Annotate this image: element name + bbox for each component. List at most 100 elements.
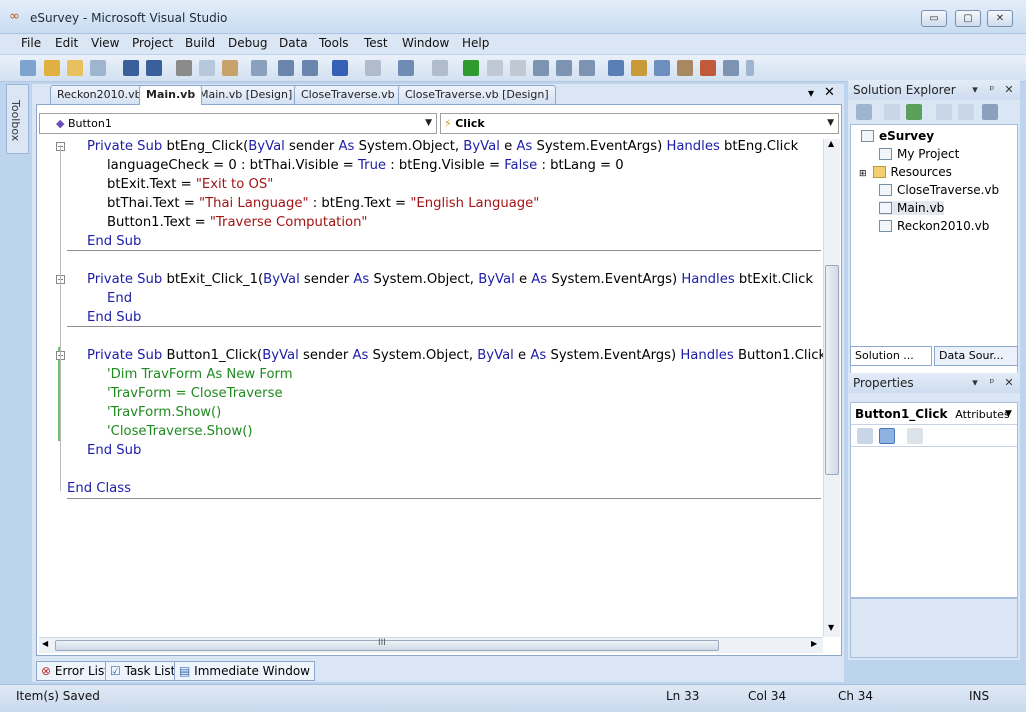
- menu-test[interactable]: Test: [364, 36, 388, 50]
- cut-icon[interactable]: [176, 60, 192, 76]
- start-page-icon[interactable]: [723, 60, 739, 76]
- code-editor[interactable]: ◆ Button1 ▼ ⚡ Click ▼ − − − Private Sub …: [36, 104, 842, 656]
- event-combo-arrow-icon[interactable]: ▼: [827, 114, 834, 133]
- scroll-left-arrow-icon[interactable]: ◀: [42, 639, 48, 648]
- vertical-scroll-thumb[interactable]: [825, 265, 839, 475]
- window-position-dropdown-icon[interactable]: ▾: [968, 376, 982, 390]
- toolbar-options-icon[interactable]: [746, 60, 754, 76]
- view-code-icon[interactable]: [936, 104, 952, 120]
- scroll-up-arrow-icon[interactable]: ▲: [828, 139, 834, 148]
- solution-explorer-toolbar: [848, 101, 1020, 123]
- properties-dropdown-arrow-icon[interactable]: ▼: [1005, 403, 1012, 425]
- add-item-icon[interactable]: [44, 60, 60, 76]
- alphabetical-icon[interactable]: [879, 428, 895, 444]
- new-window-icon[interactable]: [90, 60, 106, 76]
- close-tab-icon[interactable]: ✕: [824, 85, 835, 100]
- open-file-icon[interactable]: [67, 60, 83, 76]
- show-all-files-icon[interactable]: [884, 104, 900, 120]
- auto-hide-pin-icon[interactable]: ᵖ: [985, 83, 999, 97]
- standard-toolbar: [0, 55, 1026, 82]
- tab-list-dropdown-icon[interactable]: ▾: [808, 86, 814, 100]
- paste-icon[interactable]: [222, 60, 238, 76]
- menu-edit[interactable]: Edit: [55, 36, 78, 50]
- form-file-icon: [879, 202, 892, 214]
- tab-solution-explorer[interactable]: Solution ...: [850, 346, 932, 366]
- save-all-icon[interactable]: [146, 60, 162, 76]
- copy-icon[interactable]: [199, 60, 215, 76]
- object-combo-arrow-icon[interactable]: ▼: [425, 114, 432, 133]
- close-panel-icon[interactable]: ✕: [1002, 83, 1016, 97]
- property-pages-icon[interactable]: [907, 428, 923, 444]
- code-line: btExit.Text = "Exit to OS": [107, 177, 274, 192]
- add-project-icon[interactable]: [20, 60, 36, 76]
- scroll-down-arrow-icon[interactable]: ▼: [828, 623, 834, 632]
- menu-project[interactable]: Project: [132, 36, 173, 50]
- tree-item-my-project[interactable]: My Project: [879, 147, 959, 161]
- code-comment: 'CloseTraverse.Show(): [107, 424, 253, 439]
- class-fold-guide: [60, 145, 61, 491]
- maximize-button[interactable]: ▢: [955, 10, 981, 27]
- toolbox-label[interactable]: Toolbox: [9, 100, 22, 141]
- tab-error-list[interactable]: ⊗ Error List: [36, 661, 114, 681]
- categorized-icon[interactable]: [857, 428, 873, 444]
- tab-immediate-window[interactable]: ▤ Immediate Window: [174, 661, 315, 681]
- solution-explorer-icon[interactable]: [631, 60, 647, 76]
- tab-closetraverse-vb-design[interactable]: CloseTraverse.vb [Design]: [398, 85, 556, 104]
- stop-debugging-icon[interactable]: [510, 60, 526, 76]
- save-icon[interactable]: [123, 60, 139, 76]
- tab-main-vb[interactable]: Main.vb: [139, 85, 203, 105]
- tab-main-vb-design[interactable]: Main.vb [Design]: [192, 85, 300, 104]
- comment-icon[interactable]: [278, 60, 294, 76]
- scroll-right-arrow-icon[interactable]: ▶: [811, 639, 817, 648]
- vertical-scrollbar[interactable]: ▲ ▼: [823, 139, 840, 637]
- menu-debug[interactable]: Debug: [228, 36, 267, 50]
- expand-icon[interactable]: ⊞: [859, 169, 867, 179]
- event-combo[interactable]: ⚡ Click ▼: [440, 113, 839, 134]
- tree-item-closetraverse-vb[interactable]: CloseTraverse.vb: [879, 183, 999, 197]
- menu-data[interactable]: Data: [279, 36, 308, 50]
- find-in-files-icon[interactable]: [608, 60, 624, 76]
- object-combo[interactable]: ◆ Button1 ▼: [39, 113, 437, 134]
- properties-object-selector[interactable]: Button1_Click Attributes ▼: [851, 403, 1017, 425]
- toolbox-icon[interactable]: [677, 60, 693, 76]
- undo-icon[interactable]: [332, 60, 348, 76]
- tree-item-solution[interactable]: eSurvey: [861, 129, 934, 143]
- start-debugging-icon[interactable]: [463, 60, 479, 76]
- menu-file[interactable]: File: [21, 36, 41, 50]
- minimize-button[interactable]: ▭: [921, 10, 947, 27]
- properties-window-icon[interactable]: [654, 60, 670, 76]
- uncomment-icon[interactable]: [302, 60, 318, 76]
- break-all-icon[interactable]: [487, 60, 503, 76]
- tab-reckon2010-vb[interactable]: Reckon2010.vb: [50, 85, 149, 104]
- view-designer-icon[interactable]: [958, 104, 974, 120]
- horizontal-scrollbar[interactable]: ◀ III ▶: [39, 637, 823, 653]
- step-over-icon[interactable]: [556, 60, 572, 76]
- tab-data-sources[interactable]: Data Sour...: [934, 346, 1018, 366]
- menu-tools[interactable]: Tools: [319, 36, 349, 50]
- step-out-icon[interactable]: [579, 60, 595, 76]
- right-tool-panel: Solution Explorer ▾ ᵖ ✕ eSurvey My Proje…: [848, 80, 1020, 660]
- tree-item-reckon2010-vb[interactable]: Reckon2010.vb: [879, 219, 989, 233]
- tree-item-main-vb[interactable]: Main.vb: [879, 201, 945, 215]
- close-window-button[interactable]: ✕: [987, 10, 1013, 27]
- find-icon[interactable]: [251, 60, 267, 76]
- menu-build[interactable]: Build: [185, 36, 215, 50]
- navigate-backward-icon[interactable]: [398, 60, 414, 76]
- tab-task-list[interactable]: ☑ Task List: [105, 661, 181, 681]
- window-position-dropdown-icon[interactable]: ▾: [968, 83, 982, 97]
- class-diagram-icon[interactable]: [982, 104, 998, 120]
- redo-icon[interactable]: [365, 60, 381, 76]
- menu-window[interactable]: Window: [402, 36, 449, 50]
- close-panel-icon[interactable]: ✕: [1002, 376, 1016, 390]
- auto-hide-pin-icon[interactable]: ᵖ: [985, 376, 999, 390]
- properties-icon[interactable]: [856, 104, 872, 120]
- refresh-icon[interactable]: [906, 104, 922, 120]
- object-browser-icon[interactable]: [700, 60, 716, 76]
- navigate-forward-icon[interactable]: [432, 60, 448, 76]
- menu-view[interactable]: View: [91, 36, 119, 50]
- menu-help[interactable]: Help: [462, 36, 489, 50]
- horizontal-scroll-thumb[interactable]: III: [55, 638, 719, 651]
- tree-item-resources[interactable]: ⊞ Resources: [859, 165, 952, 179]
- tab-closetraverse-vb[interactable]: CloseTraverse.vb: [294, 85, 402, 104]
- step-into-icon[interactable]: [533, 60, 549, 76]
